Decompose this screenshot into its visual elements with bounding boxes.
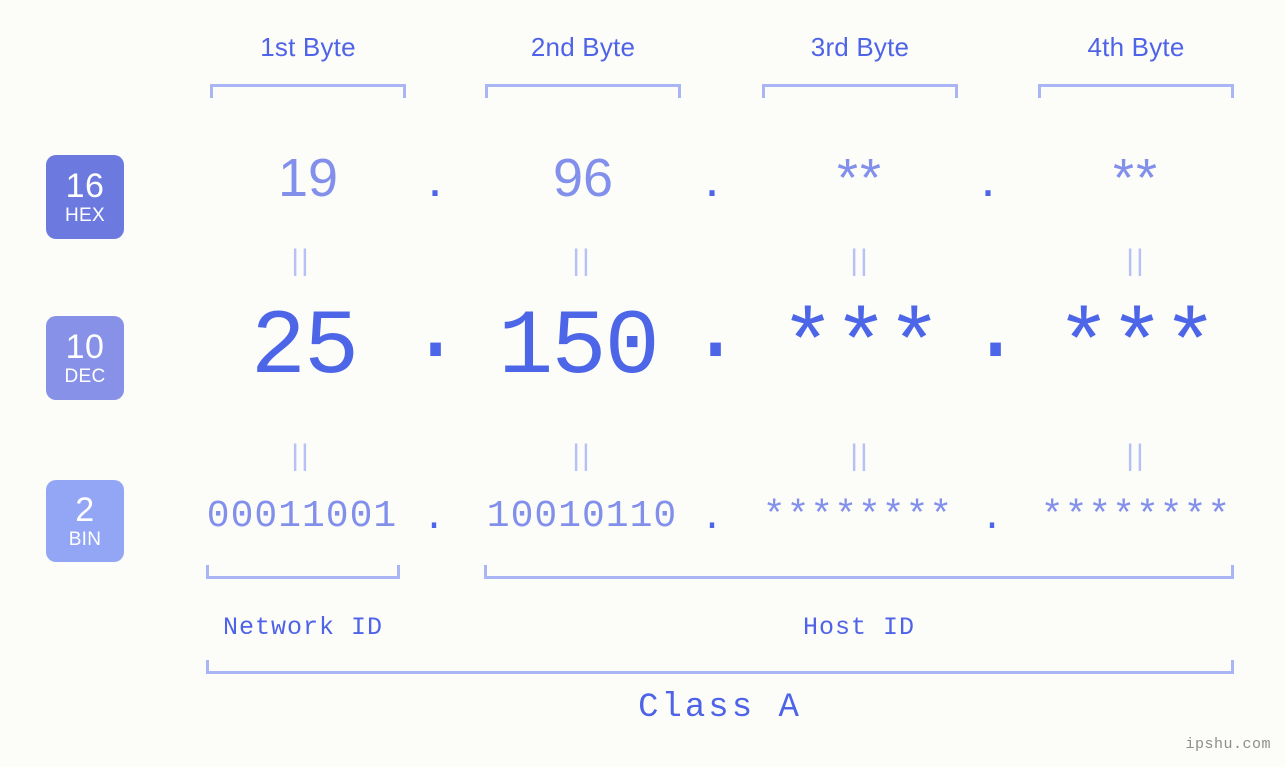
base-badge-hex: 16 HEX	[46, 155, 124, 239]
host-id-bracket	[484, 565, 1234, 579]
network-id-label: Network ID	[222, 613, 384, 642]
class-label: Class A	[638, 689, 802, 727]
dec-byte-4: ***	[1056, 295, 1218, 400]
site-watermark: ipshu.com	[1185, 736, 1271, 753]
byte-bracket-top-2	[485, 84, 681, 98]
hex-byte-3: **	[836, 148, 884, 208]
class-bracket	[206, 660, 1234, 674]
byte-bracket-top-3	[762, 84, 958, 98]
bin-byte-3: ********	[762, 495, 954, 538]
bin-byte-1: 00011001	[206, 495, 398, 538]
base-badge-hex-number: 16	[65, 167, 105, 205]
byte-header-4: 4th Byte	[1087, 32, 1185, 62]
base-badge-dec-name: DEC	[64, 366, 106, 387]
dec-byte-3: ***	[780, 295, 942, 400]
network-id-bracket	[206, 565, 400, 579]
bin-byte-2: 10010110	[486, 495, 678, 538]
equals-mark-hex-dec-4: ||	[1126, 244, 1146, 277]
hex-byte-2: 96	[552, 148, 614, 208]
base-badge-hex-name: HEX	[65, 205, 105, 226]
dec-byte-2: 150	[498, 295, 660, 400]
host-id-label: Host ID	[802, 613, 916, 642]
equals-mark-hex-dec-1: ||	[291, 244, 311, 277]
byte-header-1: 1st Byte	[260, 32, 356, 62]
ip-breakdown-diagram: 1st Byte 2nd Byte 3rd Byte 4th Byte 16 H…	[0, 0, 1285, 767]
equals-mark-hex-dec-3: ||	[850, 244, 870, 277]
byte-bracket-top-4	[1038, 84, 1234, 98]
hex-byte-4: **	[1112, 148, 1160, 208]
equals-mark-dec-bin-4: ||	[1126, 439, 1146, 472]
equals-mark-dec-bin-1: ||	[291, 439, 311, 472]
equals-mark-hex-dec-2: ||	[572, 244, 592, 277]
base-badge-bin: 2 BIN	[46, 480, 124, 562]
byte-header-2: 2nd Byte	[530, 32, 636, 62]
equals-mark-dec-bin-3: ||	[850, 439, 870, 472]
base-badge-bin-number: 2	[75, 491, 95, 529]
byte-bracket-top-1	[210, 84, 406, 98]
base-badge-bin-name: BIN	[68, 529, 102, 550]
dec-byte-1: 25	[250, 295, 359, 400]
byte-header-3: 3rd Byte	[810, 32, 910, 62]
hex-byte-1: 19	[277, 148, 339, 208]
base-badge-dec: 10 DEC	[46, 316, 124, 400]
bin-byte-4: ********	[1040, 495, 1232, 538]
equals-mark-dec-bin-2: ||	[572, 439, 592, 472]
base-badge-dec-number: 10	[65, 328, 105, 366]
